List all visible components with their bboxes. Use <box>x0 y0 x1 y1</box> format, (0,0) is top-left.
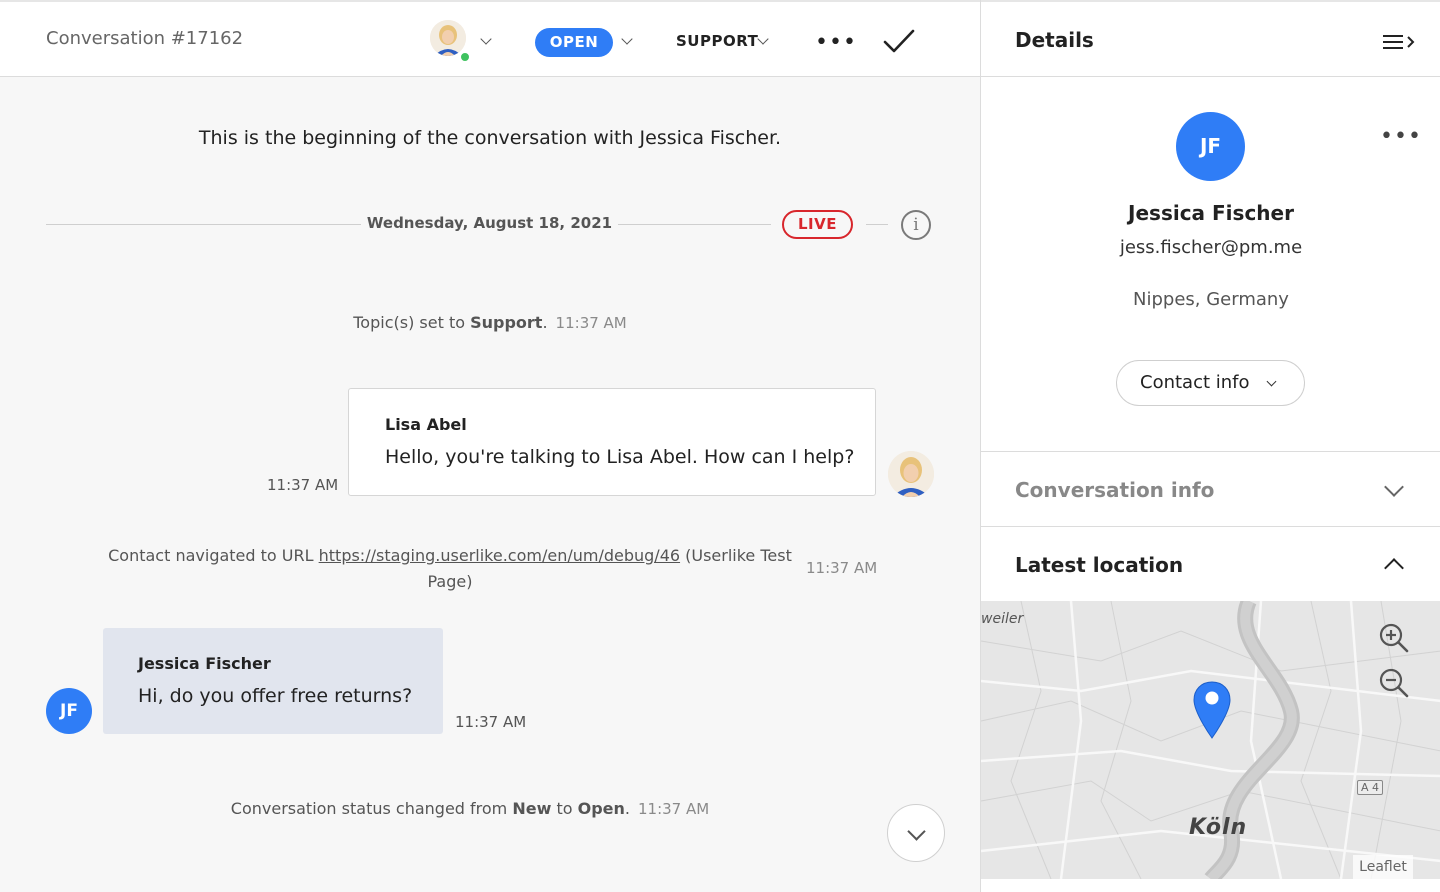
event-old-status: New <box>512 799 552 818</box>
chevron-down-icon <box>907 822 926 841</box>
agent-message-bubble: Lisa Abel Hello, you're talking to Lisa … <box>348 388 876 496</box>
conversation-beginning-text: This is the beginning of the conversatio… <box>198 127 782 149</box>
more-options-icon[interactable]: ••• <box>815 30 857 55</box>
message-timestamp: 11:37 AM <box>267 476 339 494</box>
section-title: Conversation info <box>1015 478 1215 502</box>
conversation-info-section[interactable]: Conversation info <box>981 451 1440 526</box>
app-window: Conversation #17162 OPEN SUPPORT ••• Thi… <box>0 0 1440 892</box>
location-pin-icon[interactable] <box>1192 680 1232 742</box>
divider <box>866 224 888 225</box>
assigned-agent-avatar[interactable] <box>430 20 471 63</box>
contact-email: jess.fischer@pm.me <box>1119 237 1303 258</box>
contact-info-button[interactable]: Contact info <box>1116 360 1305 406</box>
chevron-down-icon <box>1266 376 1277 387</box>
details-pane: Details JF ••• Jessica Fischer jess.fisc… <box>980 0 1440 892</box>
message-timestamp: 11:37 AM <box>455 713 527 731</box>
collapse-panel-menu-icon[interactable] <box>1383 33 1417 53</box>
topic-chevron-down-icon[interactable] <box>757 33 769 45</box>
conversation-title: Conversation #17162 <box>46 28 244 49</box>
status-dropdown[interactable]: OPEN <box>535 28 613 57</box>
event-timestamp: 11:37 AM <box>638 800 710 818</box>
status-chevron-down-icon[interactable] <box>621 33 633 45</box>
contact-message-bubble: Jessica Fischer Hi, do you offer free re… <box>103 628 443 734</box>
visited-url-link[interactable]: https://staging.userlike.com/en/um/debug… <box>319 546 680 565</box>
details-header: Details <box>981 0 1440 77</box>
agent-chevron-down-icon[interactable] <box>480 33 492 45</box>
info-icon[interactable]: i <box>901 210 931 240</box>
zoom-in-icon[interactable] <box>1378 622 1410 654</box>
system-event-topic: Topic(s) set to Support. 11:37 AM <box>0 313 980 332</box>
scroll-to-bottom-button[interactable] <box>887 804 945 862</box>
event-text: Contact navigated to URL <box>108 546 319 565</box>
agent-message-avatar <box>888 451 934 497</box>
event-text: Conversation status changed from <box>230 799 513 818</box>
live-badge: LIVE <box>782 210 853 239</box>
topic-dropdown[interactable]: SUPPORT <box>676 32 758 50</box>
event-topic-name: Support <box>470 313 543 332</box>
message-text: Hello, you're talking to Lisa Abel. How … <box>385 446 855 468</box>
contact-avatar-large: JF <box>1176 112 1245 181</box>
chevron-up-icon <box>1384 558 1404 578</box>
map-attribution[interactable]: Leaflet <box>1353 855 1413 879</box>
date-separator: Wednesday, August 18, 2021 <box>366 214 613 232</box>
chevron-down-icon <box>1384 477 1404 497</box>
contact-info-label: Contact info <box>1140 372 1250 393</box>
event-text: . <box>542 313 548 332</box>
online-status-dot <box>459 51 471 63</box>
message-sender-name: Lisa Abel <box>385 415 467 434</box>
event-timestamp: 11:37 AM <box>555 314 627 332</box>
event-text: Topic(s) set to <box>353 313 471 332</box>
event-text: . <box>624 799 630 818</box>
section-title: Latest location <box>1015 553 1184 577</box>
zoom-out-icon[interactable] <box>1378 667 1410 699</box>
contact-location: Nippes, Germany <box>1133 289 1289 310</box>
conversation-pane: Conversation #17162 OPEN SUPPORT ••• Thi… <box>0 0 980 892</box>
event-new-status: Open <box>577 799 625 818</box>
event-text: to <box>551 799 578 818</box>
system-event-status-change: Conversation status changed from New to … <box>0 799 980 818</box>
divider <box>46 224 361 225</box>
contact-avatar: JF <box>46 688 92 734</box>
map-city-label: Köln <box>1189 815 1248 840</box>
resolve-checkmark-icon[interactable] <box>882 26 916 56</box>
map-place-label: weiler <box>981 611 1024 627</box>
event-timestamp: 11:37 AM <box>806 559 878 577</box>
system-event-navigation: Contact navigated to URL https://staging… <box>100 543 800 595</box>
agent-photo <box>430 20 466 56</box>
divider <box>618 224 771 225</box>
latest-location-section[interactable]: Latest location <box>981 526 1440 601</box>
contact-more-options-icon[interactable]: ••• <box>1380 124 1422 149</box>
map-road-label: A 4 <box>1357 780 1384 795</box>
conversation-header: Conversation #17162 OPEN SUPPORT ••• <box>0 0 980 77</box>
message-text: Hi, do you offer free returns? <box>138 685 413 707</box>
details-title: Details <box>1015 28 1094 52</box>
contact-name: Jessica Fischer <box>1128 201 1294 225</box>
message-sender-name: Jessica Fischer <box>138 654 271 673</box>
